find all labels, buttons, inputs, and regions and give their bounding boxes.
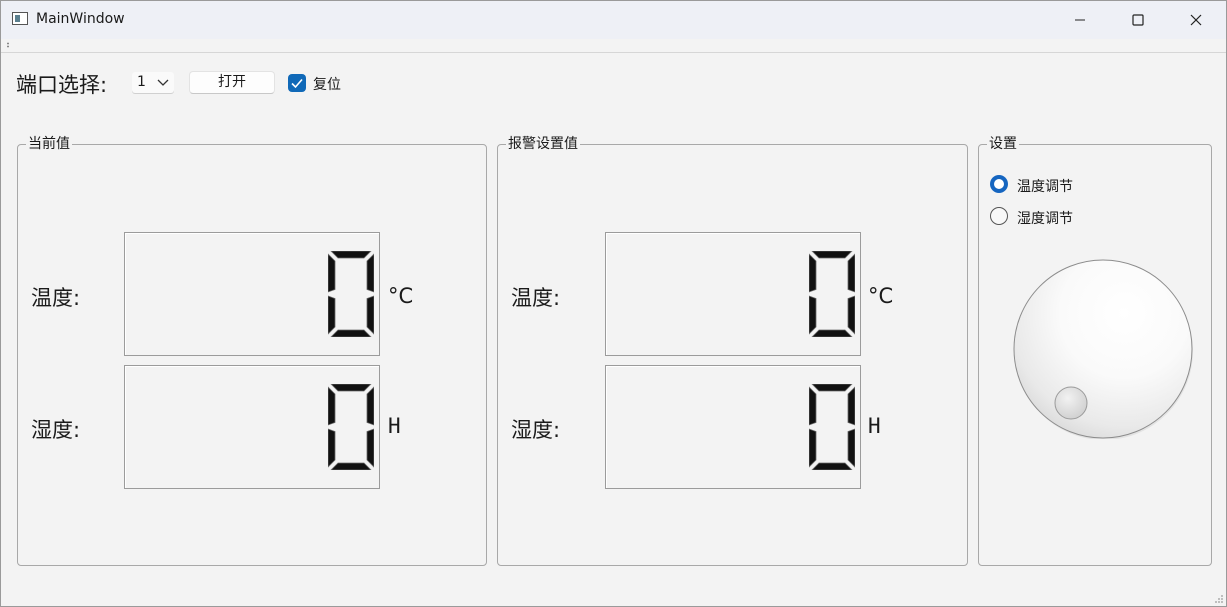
lcd-segment-a	[330, 250, 372, 259]
humid-adjust-radio[interactable]	[990, 207, 1008, 225]
lcd-segment-d	[811, 329, 853, 338]
menu-bar	[1, 39, 1226, 53]
title-bar[interactable]: MainWindow	[1, 1, 1226, 39]
lcd-segment-f	[327, 386, 336, 426]
chevron-down-icon	[157, 79, 169, 86]
lcd-segment-b	[847, 253, 856, 293]
alarm-temp-label: 温度:	[511, 286, 561, 310]
alarm-values-title: 报警设置值	[506, 136, 580, 153]
seven-segment-digit	[327, 383, 375, 471]
seven-segment-digit	[808, 383, 856, 471]
lcd-segment-c	[847, 295, 856, 335]
maximize-icon	[1132, 14, 1144, 26]
lcd-segment-c	[847, 428, 856, 468]
lcd-segment-f	[808, 253, 817, 293]
window-title: MainWindow	[36, 11, 125, 27]
lcd-segment-d	[811, 462, 853, 471]
dial-knob-indicator[interactable]	[1054, 386, 1088, 420]
lcd-segment-b	[847, 386, 856, 426]
lcd-digit	[327, 250, 375, 338]
current-humid-unit: H	[388, 414, 401, 438]
lcd-segment-e	[327, 428, 336, 468]
lcd-segment-e	[327, 295, 336, 335]
main-window: MainWindow 端口选择: 1 打开 复位 当前值 温度: °C 湿度: …	[0, 0, 1227, 607]
lcd-digit	[808, 250, 856, 338]
alarm-temp-lcd	[605, 232, 861, 356]
lcd-segment-d	[330, 329, 372, 338]
maximize-button[interactable]	[1109, 1, 1167, 39]
lcd-digit	[327, 383, 375, 471]
alarm-humid-lcd	[605, 365, 861, 489]
resize-grip-icon[interactable]	[1213, 593, 1223, 603]
lcd-segment-b	[366, 253, 375, 293]
close-button[interactable]	[1167, 1, 1225, 39]
lcd-segment-a	[330, 383, 372, 392]
lcd-digit	[808, 383, 856, 471]
lcd-segment-b	[366, 386, 375, 426]
port-select-label: 端口选择:	[16, 73, 108, 97]
lcd-segment-a	[811, 383, 853, 392]
lcd-segment-d	[330, 462, 372, 471]
checkmark-icon	[291, 78, 303, 89]
temp-adjust-radio[interactable]	[990, 175, 1008, 193]
temp-adjust-label: 温度调节	[1017, 179, 1073, 195]
lcd-segment-f	[327, 253, 336, 293]
seven-segment-digit	[327, 250, 375, 338]
current-humid-label: 湿度:	[31, 418, 81, 442]
humid-adjust-label: 湿度调节	[1017, 211, 1073, 227]
lcd-segment-e	[808, 428, 817, 468]
lcd-segment-e	[808, 295, 817, 335]
adjust-dial[interactable]	[1013, 259, 1193, 439]
current-temp-label: 温度:	[31, 286, 81, 310]
minimize-icon	[1075, 19, 1085, 21]
app-window-icon	[12, 12, 28, 25]
current-temp-lcd	[124, 232, 380, 356]
alarm-humid-label: 湿度:	[511, 418, 561, 442]
port-combobox-value: 1	[137, 74, 146, 90]
seven-segment-digit	[808, 250, 856, 338]
close-icon	[1190, 14, 1202, 26]
port-combobox[interactable]: 1	[132, 72, 174, 93]
alarm-temp-unit: °C	[868, 284, 894, 308]
reset-checkbox-label: 复位	[313, 77, 341, 93]
open-port-button[interactable]: 打开	[189, 71, 275, 94]
current-humid-lcd	[124, 365, 380, 489]
alarm-humid-unit: H	[868, 414, 881, 438]
lcd-segment-c	[366, 295, 375, 335]
current-temp-unit: °C	[388, 284, 414, 308]
toolbar-grip-icon[interactable]	[7, 42, 9, 48]
lcd-segment-c	[366, 428, 375, 468]
current-values-title: 当前值	[26, 136, 72, 153]
minimize-button[interactable]	[1051, 1, 1109, 39]
lcd-segment-f	[808, 386, 817, 426]
lcd-segment-a	[811, 250, 853, 259]
reset-checkbox[interactable]	[288, 74, 306, 92]
settings-title: 设置	[987, 136, 1019, 153]
